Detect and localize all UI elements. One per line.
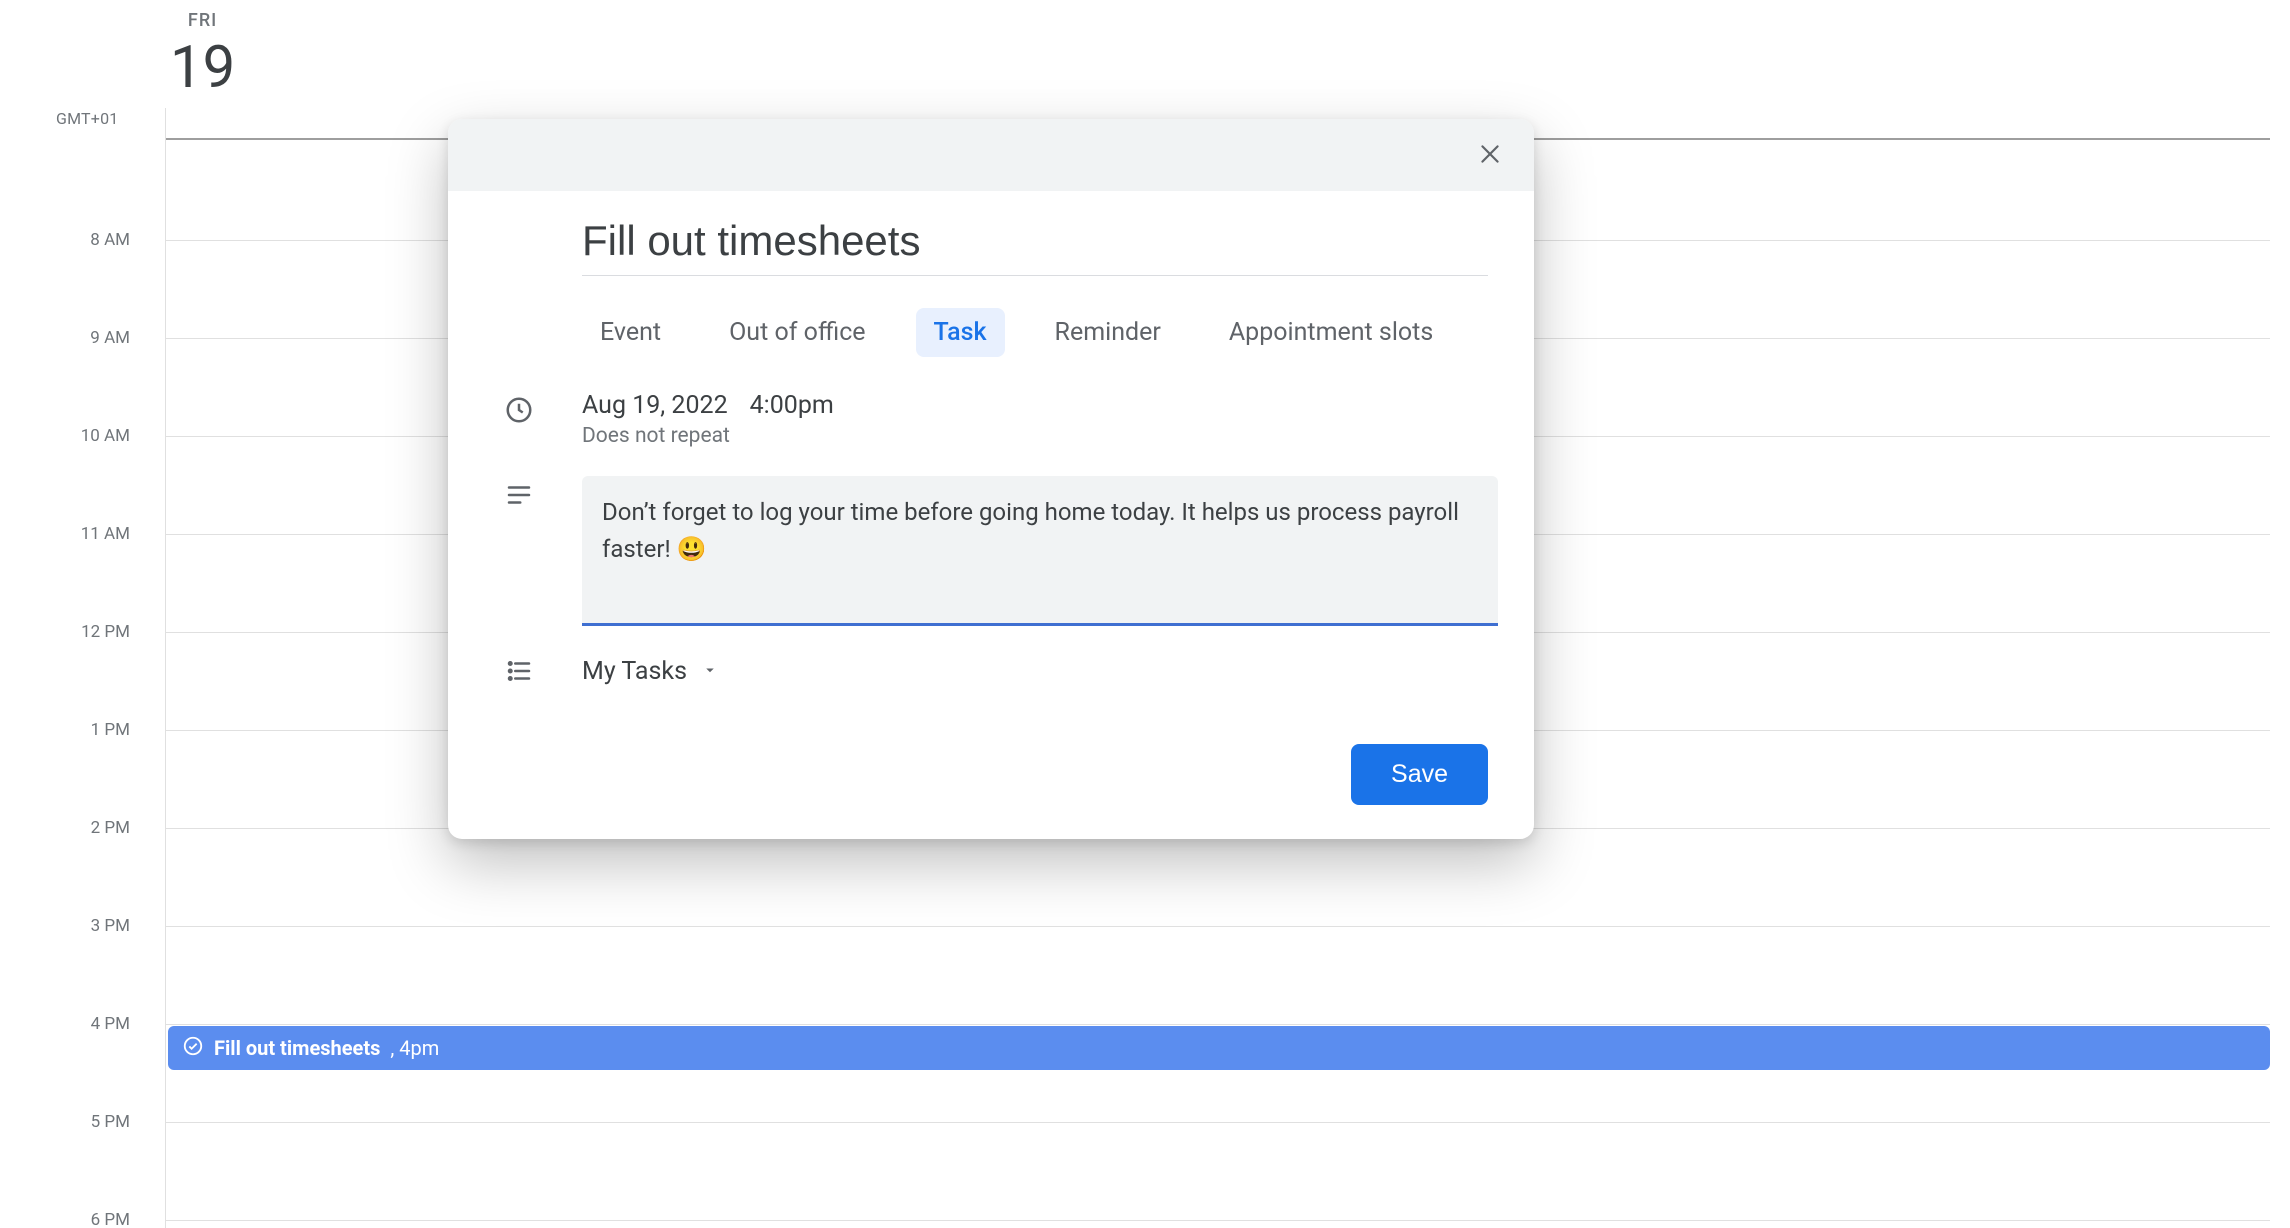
create-task-modal: Event Out of office Task Reminder Appointmen… — [448, 119, 1534, 839]
hour-label: 10 AM — [0, 426, 130, 446]
hour-label: 5 PM — [0, 1112, 130, 1132]
task-circle-icon — [182, 1035, 204, 1062]
hour-row: 6 PM — [0, 1220, 2270, 1228]
task-time: 4:00pm — [750, 391, 834, 420]
hour-row: 3 PM — [0, 926, 2270, 1024]
clock-icon — [500, 391, 538, 425]
hour-label: 2 PM — [0, 818, 130, 838]
task-date: Aug 19, 2022 — [582, 391, 728, 420]
event-chip-title: Fill out timesheets — [214, 1036, 380, 1060]
hour-label: 1 PM — [0, 720, 130, 740]
hour-gridline — [165, 1024, 2270, 1025]
day-of-week: FRI — [170, 10, 235, 31]
hour-label: 12 PM — [0, 622, 130, 642]
tab-event[interactable]: Event — [582, 308, 679, 357]
datetime-block[interactable]: Aug 19, 2022 4:00pm Does not repeat — [582, 391, 834, 448]
repeat-label: Does not repeat — [582, 424, 834, 448]
hour-row: 5 PM — [0, 1122, 2270, 1220]
hour-label: 6 PM — [0, 1210, 130, 1228]
event-chip-time: , 4pm — [390, 1036, 439, 1060]
save-button[interactable]: Save — [1351, 744, 1488, 805]
hour-label: 3 PM — [0, 916, 130, 936]
hour-gridline — [165, 926, 2270, 927]
tab-task[interactable]: Task — [916, 308, 1005, 357]
hour-label: 9 AM — [0, 328, 130, 348]
hour-label: 4 PM — [0, 1014, 130, 1034]
chevron-down-icon — [701, 657, 719, 686]
list-icon — [500, 656, 538, 686]
close-icon — [1477, 141, 1503, 170]
event-type-tabs: Event Out of office Task Reminder Appointmen… — [582, 308, 1498, 357]
task-title-input[interactable] — [582, 211, 1488, 276]
tab-reminder[interactable]: Reminder — [1037, 308, 1179, 357]
task-list-select[interactable]: My Tasks — [582, 657, 719, 686]
close-button[interactable] — [1468, 133, 1512, 177]
day-header[interactable]: FRI 19 — [170, 10, 235, 101]
description-icon — [500, 476, 538, 510]
hour-label: 11 AM — [0, 524, 130, 544]
description-input[interactable] — [582, 476, 1498, 626]
tab-appointment-slots[interactable]: Appointment slots — [1211, 308, 1451, 357]
hour-gridline — [165, 1122, 2270, 1123]
hour-label: 8 AM — [0, 230, 130, 250]
task-list-label: My Tasks — [582, 657, 687, 686]
modal-header — [448, 119, 1534, 191]
calendar-event-chip[interactable]: Fill out timesheets , 4pm — [168, 1026, 2270, 1070]
timezone-label: GMT+01 — [56, 109, 118, 128]
tab-out-of-office[interactable]: Out of office — [711, 308, 883, 357]
hour-row: 2 PM — [0, 828, 2270, 926]
hour-gridline — [165, 1220, 2270, 1221]
day-of-month: 19 — [170, 37, 235, 101]
